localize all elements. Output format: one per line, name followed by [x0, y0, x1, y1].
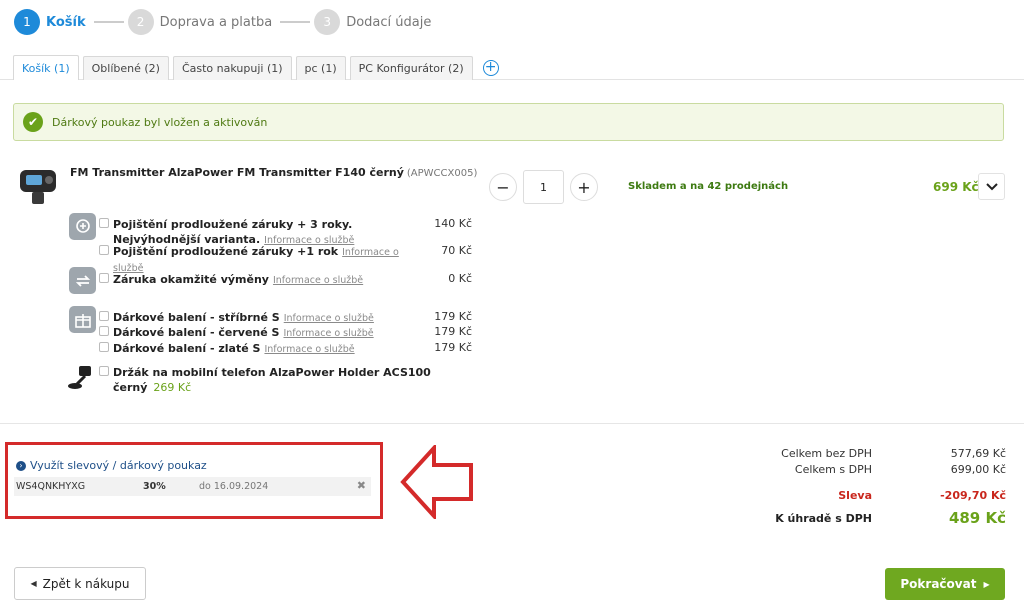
coupon-valid-until: do 16.09.2024	[199, 481, 269, 492]
service-checkbox[interactable]	[99, 326, 109, 336]
service-info-link[interactable]: Informace o službě	[283, 328, 373, 339]
expand-circle-icon: ›	[16, 460, 26, 471]
service-price: 179 Kč	[434, 310, 472, 323]
step-connector	[93, 21, 124, 23]
service-checkbox[interactable]	[99, 245, 109, 255]
total-with-vat-label: Celkem s DPH	[794, 463, 872, 476]
service-title-text: Záruka okamžité výměny	[113, 273, 269, 286]
step-number: 2	[127, 9, 154, 35]
service-title: Dárkové balení - červené S Informace o sl…	[113, 325, 423, 341]
service-checkbox[interactable]	[99, 311, 109, 321]
tab-often-bought[interactable]: Často nakupuji (1)	[172, 56, 292, 80]
service-checkbox[interactable]	[99, 342, 109, 352]
triangle-right-icon: ▶	[983, 579, 990, 589]
coupon-percent: 30%	[143, 481, 166, 492]
applied-coupon-row: WS4QNKHYXG 30% do 16.09.2024 ✖	[14, 477, 371, 496]
step-connector	[280, 21, 311, 23]
add-tab-icon[interactable]: +	[482, 60, 499, 76]
product-image[interactable]	[18, 166, 60, 206]
discount-label: Sleva	[838, 489, 872, 502]
tab-favorites[interactable]: Oblíbené (2)	[82, 56, 169, 80]
service-info-link[interactable]: Informace o službě	[264, 344, 354, 355]
minus-icon[interactable]: −	[489, 173, 517, 201]
step-cart[interactable]: 1 Košík	[14, 9, 86, 35]
service-price: 0 Kč	[448, 272, 472, 285]
total-without-vat-label: Celkem bez DPH	[781, 447, 872, 460]
step-delivery-payment[interactable]: 2 Doprava a platba	[127, 9, 273, 35]
continue-button[interactable]: Pokračovat ▶	[885, 568, 1005, 600]
total-without-vat-value: 577,69 Kč	[950, 447, 1006, 460]
step-label: Doprava a platba	[159, 14, 273, 30]
accessory-checkbox[interactable]	[99, 366, 109, 376]
amount-due-label: K úhradě s DPH	[775, 512, 872, 525]
service-price: 70 Kč	[441, 244, 472, 257]
back-button-label: Zpět k nákupu	[42, 576, 130, 591]
cart-tabs: Košík (1) Oblíbené (2) Často nakupuji (1…	[13, 55, 499, 80]
step-delivery-details[interactable]: 3 Dodací údaje	[314, 9, 431, 35]
gift-box-icon	[69, 306, 96, 333]
service-title: Záruka okamžité výměny Informace o službě	[113, 272, 423, 288]
step-label: Dodací údaje	[346, 14, 432, 30]
insurance-icon	[69, 213, 96, 240]
coupon-toggle[interactable]: › Využít slevový / dárkový poukaz	[16, 459, 207, 472]
accessory-price: 269 Kč	[153, 381, 192, 394]
service-price: 179 Kč	[434, 341, 472, 354]
step-number: 3	[314, 9, 341, 35]
close-icon[interactable]: ✖	[357, 479, 366, 492]
accessory-title: Držák na mobilní telefon AlzaPower Holde…	[113, 365, 493, 395]
chevron-down-icon[interactable]	[978, 173, 1005, 200]
tab-pc-configurator[interactable]: PC Konfigurátor (2)	[349, 56, 473, 80]
step-label: Košík	[46, 14, 86, 30]
phone-holder-icon[interactable]	[67, 364, 95, 390]
success-alert: ✔ Dárkový poukaz byl vložen a aktivován	[13, 103, 1004, 141]
service-title-text: Dárkové balení - zlaté S	[113, 342, 261, 355]
service-checkbox[interactable]	[99, 273, 109, 283]
continue-button-label: Pokračovat	[900, 577, 977, 591]
stock-status: Skladem a na 42 prodejnách	[628, 181, 789, 192]
back-to-shopping-button[interactable]: ◀ Zpět k nákupu	[14, 567, 146, 600]
alert-text: Dárkový poukaz byl vložen a aktivován	[52, 115, 268, 129]
product-price: 699 Kč	[933, 180, 979, 194]
service-price: 179 Kč	[434, 325, 472, 338]
exchange-icon	[69, 267, 96, 294]
coupon-highlight-frame: › Využít slevový / dárkový poukaz WS4QNK…	[5, 442, 383, 519]
service-title-text: Dárkové balení - stříbrné S	[113, 311, 280, 324]
amount-due-value: 489 Kč	[948, 509, 1006, 527]
service-title: Dárkové balení - stříbrné S Informace o s…	[113, 310, 423, 326]
coupon-code: WS4QNKHYXG	[16, 481, 86, 492]
product-code: (APWCCX005)	[406, 168, 478, 179]
tab-pc[interactable]: pc (1)	[295, 56, 346, 80]
service-title-text: Dárkové balení - červené S	[113, 326, 280, 339]
product-name[interactable]: FM Transmitter AlzaPower FM Transmitter …	[70, 166, 477, 179]
service-title: Dárkové balení - zlaté S Informace o služ…	[113, 341, 423, 357]
checkout-steps: 1 Košík 2 Doprava a platba 3 Dodací údaj…	[14, 9, 431, 35]
step-number: 1	[14, 9, 40, 35]
plus-icon[interactable]: +	[570, 173, 598, 201]
coupon-toggle-label[interactable]: Využít slevový / dárkový poukaz	[30, 459, 207, 472]
service-info-link[interactable]: Informace o službě	[284, 313, 374, 324]
total-with-vat-value: 699,00 Kč	[950, 463, 1006, 476]
product-name-text[interactable]: FM Transmitter AlzaPower FM Transmitter …	[70, 166, 404, 179]
check-icon: ✔	[23, 112, 43, 132]
service-info-link[interactable]: Informace o službě	[273, 275, 363, 286]
quantity-input[interactable]: 1	[523, 170, 564, 204]
service-price: 140 Kč	[434, 217, 472, 230]
service-checkbox[interactable]	[99, 218, 109, 228]
triangle-left-icon: ◀	[30, 579, 37, 588]
discount-value: -209,70 Kč	[940, 489, 1006, 502]
tab-cart[interactable]: Košík (1)	[13, 55, 79, 80]
arrow-left-annotation-icon	[400, 445, 473, 519]
service-title-text: Pojištění prodloužené záruky +1 rok	[113, 245, 339, 258]
section-divider	[0, 423, 1024, 424]
